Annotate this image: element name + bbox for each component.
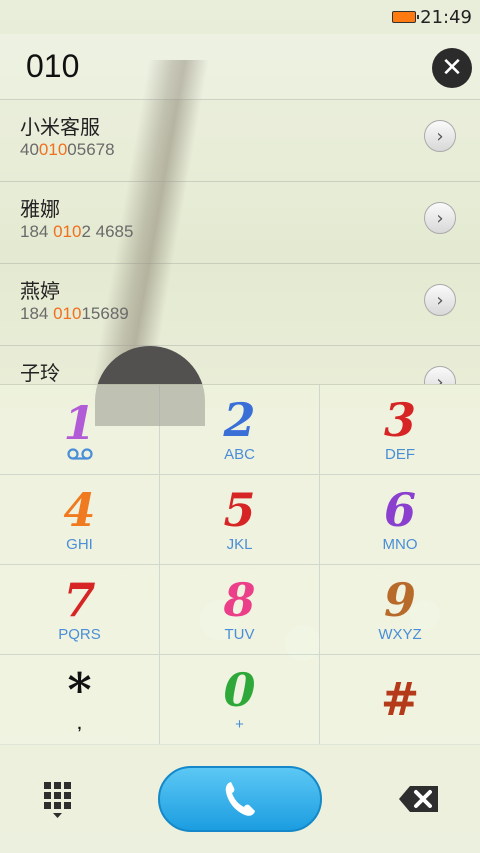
- clear-icon: ✕: [441, 53, 463, 83]
- number-prefix: 184: [20, 304, 54, 323]
- key-digit: 5: [223, 483, 256, 537]
- number-match: 010: [38, 140, 68, 159]
- key-9[interactable]: 9 WXYZ: [320, 565, 480, 655]
- status-time: 21:49: [420, 6, 472, 28]
- key-0[interactable]: 0 +: [160, 655, 320, 745]
- key-digit: 1: [63, 395, 96, 450]
- battery-icon: [392, 11, 420, 23]
- voicemail-icon: [66, 447, 93, 460]
- phone-icon: [225, 782, 255, 816]
- bottom-action-bar: [0, 744, 480, 853]
- contact-number: 184 01015689: [20, 304, 129, 324]
- key-digit: 2: [223, 393, 256, 447]
- key-letters: ,: [77, 716, 82, 733]
- contact-detail-button[interactable]: ›: [424, 366, 456, 384]
- key-digit: 4: [63, 483, 96, 537]
- key-8[interactable]: 8 TUV: [160, 565, 320, 655]
- key-letters: TUV: [224, 626, 255, 643]
- number-suffix: 05678: [67, 140, 115, 159]
- key-digit: 8: [223, 573, 256, 627]
- contact-number: 184 0102 4685: [20, 222, 133, 242]
- contact-result[interactable]: 燕婷 184 01015689 ›: [0, 264, 480, 346]
- dialed-number[interactable]: 010: [26, 48, 79, 85]
- key-letters: ABC: [224, 446, 255, 463]
- key-7[interactable]: 7 PQRS: [0, 565, 160, 655]
- chevron-right-icon: ›: [436, 125, 444, 147]
- key-1[interactable]: 1: [0, 385, 160, 475]
- dial-keypad: 1 2 ABC 3 DEF 4 GHI 5 JKL 6 MNO 7 PQRS 8…: [0, 384, 480, 745]
- contact-result[interactable]: 小米客服 4001005678 ›: [0, 100, 480, 182]
- key-digit: 9: [383, 573, 416, 627]
- key-letters: +: [235, 716, 244, 733]
- chevron-right-icon: ›: [436, 289, 444, 311]
- contact-result[interactable]: 雅娜 184 0102 4685 ›: [0, 182, 480, 264]
- contact-name: 燕婷: [20, 279, 60, 303]
- call-button[interactable]: [158, 766, 322, 832]
- contact-detail-button[interactable]: ›: [424, 120, 456, 152]
- key-digit: 3: [383, 393, 416, 447]
- contact-results-list: 小米客服 4001005678 › 雅娜 184 0102 4685 › 燕婷 …: [0, 100, 480, 384]
- contact-name: 子玲: [20, 361, 60, 384]
- contact-name: 雅娜: [20, 197, 60, 221]
- key-letters: MNO: [382, 536, 418, 553]
- contact-result[interactable]: 子玲 ›: [0, 346, 480, 384]
- key-5[interactable]: 5 JKL: [160, 475, 320, 565]
- number-match: 010: [53, 304, 82, 323]
- key-letters: GHI: [66, 536, 93, 553]
- key-letters: DEF: [385, 446, 415, 463]
- key-letters: PQRS: [58, 626, 101, 643]
- chevron-right-icon: ›: [436, 371, 444, 385]
- contact-number: 4001005678: [20, 140, 115, 160]
- number-suffix: 2 4685: [81, 222, 134, 241]
- backspace-button[interactable]: [398, 784, 440, 814]
- number-suffix: 15689: [81, 304, 129, 323]
- number-match: 010: [53, 222, 82, 241]
- dialpad-toggle-button[interactable]: [40, 780, 80, 820]
- key-4[interactable]: 4 GHI: [0, 475, 160, 565]
- dialpad-icon: [44, 782, 71, 818]
- key-digit: #: [380, 671, 420, 726]
- key-letters: WXYZ: [378, 626, 422, 643]
- key-2[interactable]: 2 ABC: [160, 385, 320, 475]
- number-prefix: 40: [20, 140, 39, 159]
- status-bar: 21:49: [0, 0, 480, 34]
- clear-button[interactable]: ✕: [432, 48, 472, 88]
- key-letters: JKL: [226, 536, 253, 553]
- key-digit: 6: [383, 483, 416, 537]
- key-6[interactable]: 6 MNO: [320, 475, 480, 565]
- chevron-right-icon: ›: [436, 207, 444, 229]
- contact-name: 小米客服: [20, 115, 100, 139]
- key-3[interactable]: 3 DEF: [320, 385, 480, 475]
- key-star[interactable]: * ,: [0, 655, 160, 745]
- contact-detail-button[interactable]: ›: [424, 202, 456, 234]
- contact-detail-button[interactable]: ›: [424, 284, 456, 316]
- dialed-number-bar: 010 ✕: [0, 34, 480, 100]
- key-hash[interactable]: #: [320, 655, 480, 745]
- key-digit: 0: [223, 663, 256, 717]
- key-digit: *: [67, 663, 92, 717]
- number-prefix: 184: [20, 222, 54, 241]
- key-digit: 7: [63, 573, 96, 627]
- backspace-icon: [399, 786, 438, 812]
